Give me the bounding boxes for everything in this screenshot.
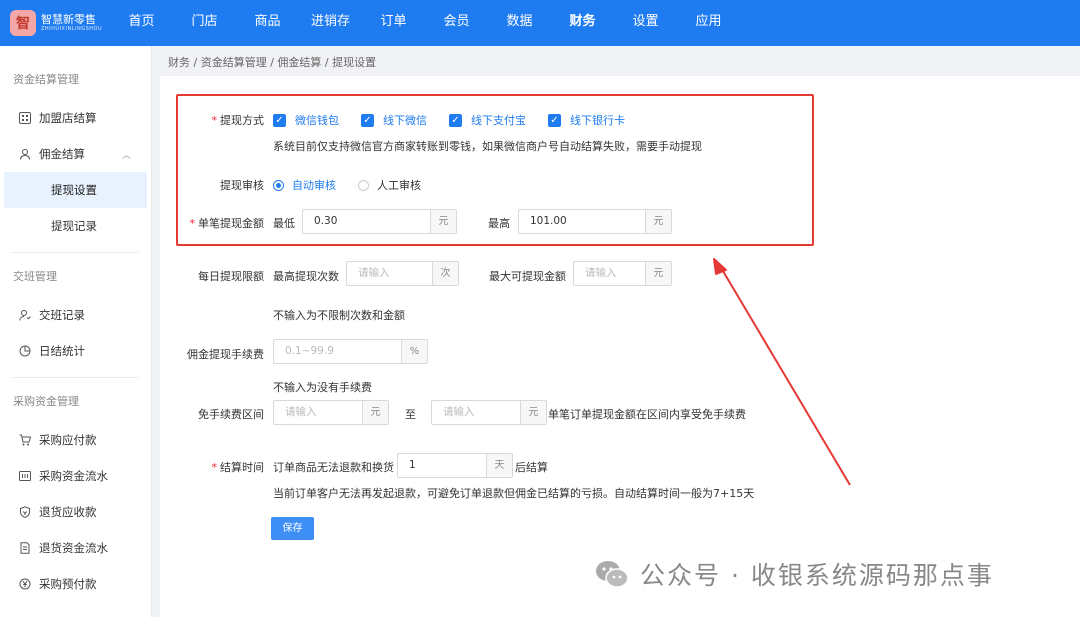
annotation-arrow bbox=[713, 258, 851, 486]
watermark: 公众号 · 收银系统源码那点事 bbox=[594, 556, 994, 592]
watermark-text: 公众号 · 收银系统源码那点事 bbox=[640, 561, 994, 590]
wechat-icon bbox=[596, 561, 629, 588]
